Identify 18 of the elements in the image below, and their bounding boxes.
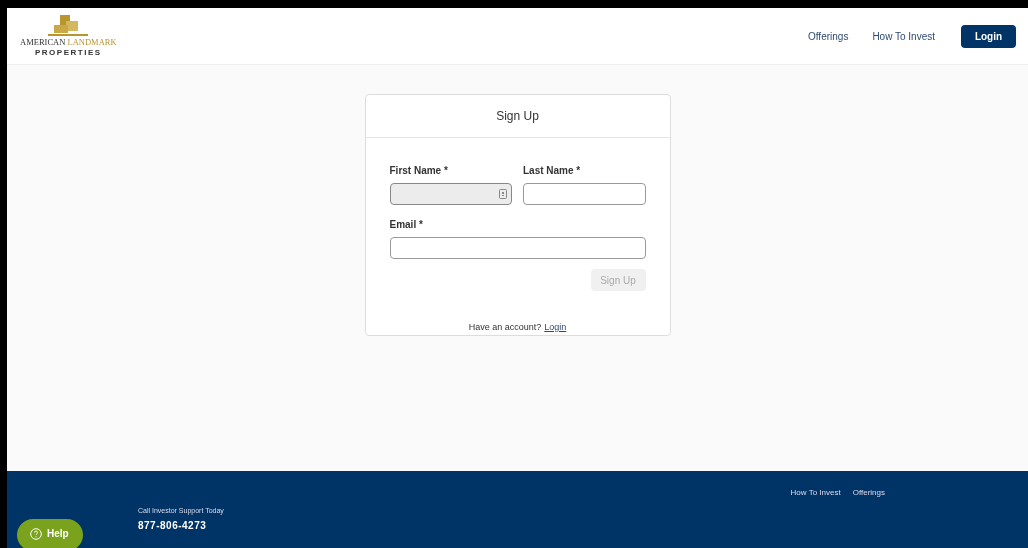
login-button[interactable]: Login: [961, 24, 1016, 48]
logo-wordmark: AMERICAN LANDMARK: [20, 38, 117, 47]
building-logo-icon: [48, 15, 89, 38]
support-phone: 877-806-4273: [138, 519, 208, 533]
footer-link[interactable]: How To Invest: [790, 487, 841, 499]
account-prompt: Have an account?: [468, 321, 542, 334]
input-field[interactable]: [389, 237, 646, 259]
logo-tagline: PROPERTIES: [35, 48, 102, 57]
field-label: Email *: [389, 218, 424, 232]
nav-link[interactable]: Offerings: [808, 28, 849, 44]
footer-link[interactable]: Offerings: [852, 487, 885, 499]
login-link[interactable]: Login: [544, 321, 567, 335]
input-field[interactable]: [523, 183, 646, 205]
field-label: First Name *: [389, 164, 449, 178]
nav-link[interactable]: How To Invest: [872, 28, 935, 44]
field-label: Last Name *: [523, 164, 582, 178]
card-title: Sign Up: [496, 108, 539, 125]
question-icon: [30, 527, 42, 540]
